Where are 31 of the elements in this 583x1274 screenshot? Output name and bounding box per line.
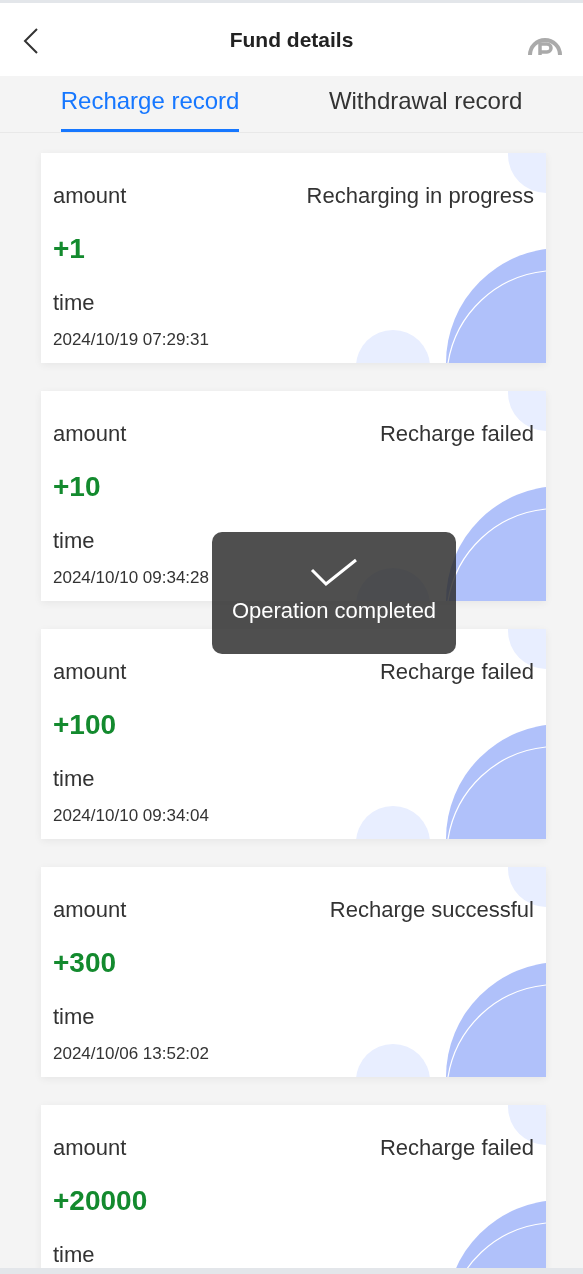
record-status: Recharge failed — [379, 658, 534, 686]
registered-icon — [527, 35, 563, 55]
record-status: Recharge failed — [379, 1134, 534, 1162]
back-icon[interactable] — [22, 27, 40, 55]
record-time: 2024/10/19 07:29:31 — [53, 329, 209, 351]
checkmark-icon — [310, 558, 358, 586]
tab[interactable]: Recharge record — [60, 83, 240, 132]
amount-label: amount — [53, 658, 127, 686]
amount-value: +100 — [53, 708, 117, 742]
toast-message: Operation completed — [231, 597, 437, 625]
record-status: Recharging in progress — [306, 182, 534, 210]
time-label: time — [53, 1241, 95, 1269]
amount-value: +10 — [53, 470, 101, 504]
record-time: 2024/10/06 13:52:02 — [53, 1043, 209, 1065]
tab[interactable]: Withdrawal record — [328, 83, 523, 132]
record-status: Recharge successful — [329, 896, 534, 924]
amount-value: +1 — [53, 232, 85, 266]
amount-value: +20000 — [53, 1184, 148, 1218]
record-status: Recharge failed — [379, 420, 534, 448]
time-label: time — [53, 765, 95, 793]
amount-label: amount — [53, 420, 127, 448]
time-label: time — [53, 1003, 95, 1031]
time-label: time — [53, 289, 95, 317]
amount-label: amount — [53, 896, 127, 924]
time-label: time — [53, 527, 95, 555]
page-title: Fund details — [229, 26, 354, 53]
amount-label: amount — [53, 1134, 127, 1162]
record-time: 2024/10/10 09:34:28 — [53, 567, 209, 589]
record-time: 2024/10/10 09:34:04 — [53, 805, 209, 827]
amount-label: amount — [53, 182, 127, 210]
amount-value: +300 — [53, 946, 117, 980]
